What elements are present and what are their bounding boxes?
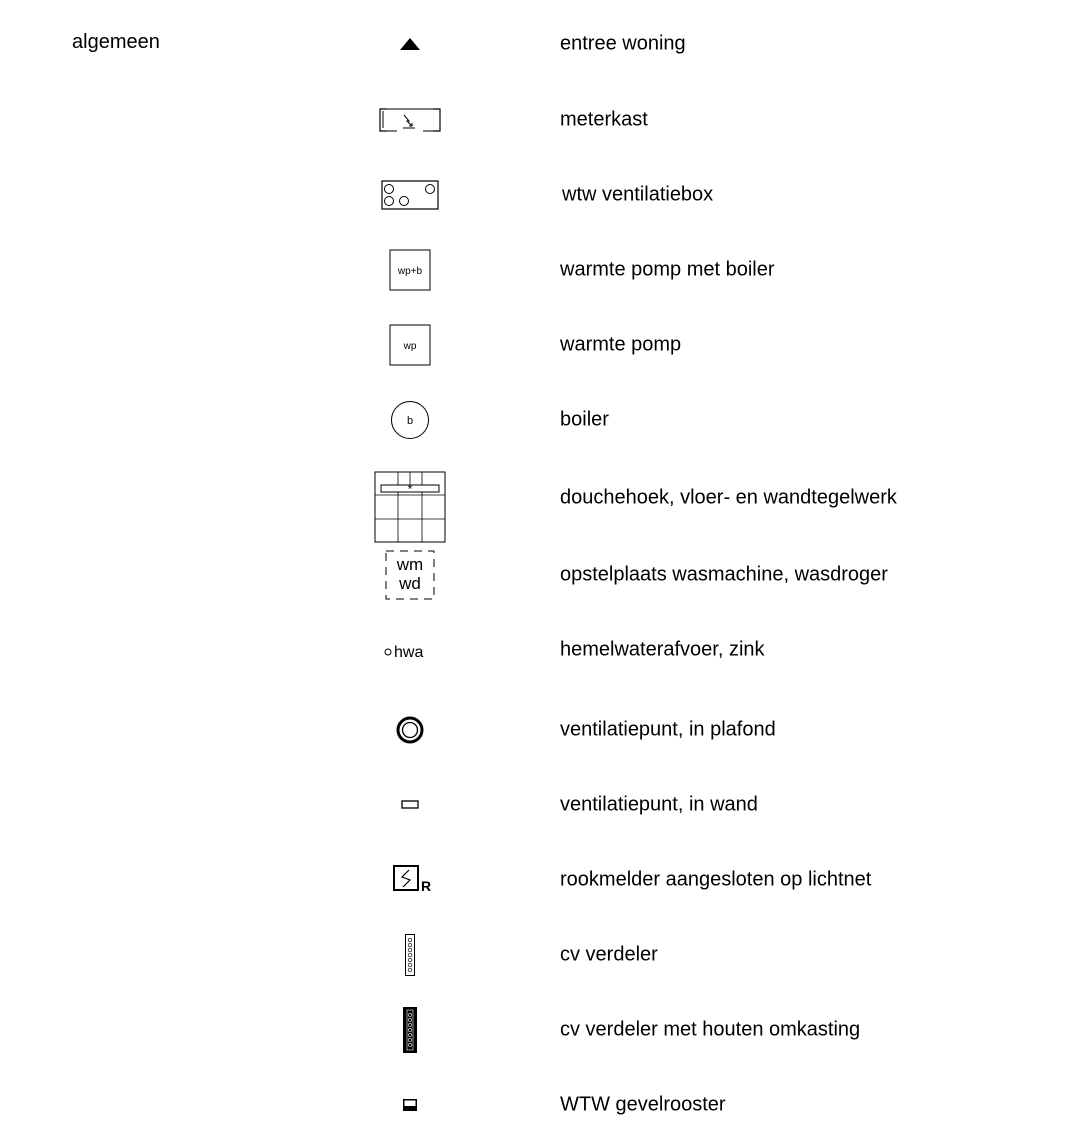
heat-pump-icon: wp xyxy=(389,324,431,366)
smoke-detector-icon: R xyxy=(379,865,441,895)
cv-manifold-boxed-icon xyxy=(403,1007,417,1053)
shower-tiles-icon: * xyxy=(374,453,446,543)
legend-label: wtw ventilatiebox xyxy=(562,183,714,206)
legend-row: cv verdeler xyxy=(0,934,1079,976)
icon-text: hwa xyxy=(394,644,423,661)
svg-text:*: * xyxy=(408,482,413,496)
legend-row: cv verdeler met houten omkasting xyxy=(0,1007,1079,1053)
legend-label: boiler xyxy=(560,408,609,431)
legend-label: hemelwaterafvoer, zink xyxy=(560,638,765,661)
icon-text: wd xyxy=(398,574,421,593)
legend-row: wp+b warmte pomp met boiler xyxy=(0,249,1079,291)
legend-row: wtw ventilatiebox xyxy=(0,175,1079,215)
legend-label: ventilatiepunt, in wand xyxy=(560,793,758,816)
legend-label: cv verdeler xyxy=(560,943,658,966)
washer-dryer-icon: wm wd xyxy=(385,550,435,600)
entrance-triangle-icon xyxy=(400,38,420,50)
cv-manifold-icon xyxy=(405,934,415,976)
legend-row: entree woning xyxy=(0,24,1079,64)
ventilation-box-icon xyxy=(381,180,439,210)
legend-label: warmte pomp met boiler xyxy=(560,258,775,281)
icon-text: wm xyxy=(396,555,423,574)
heat-pump-boiler-icon: wp+b xyxy=(389,249,431,291)
legend-label: rookmelder aangesloten op lichtnet xyxy=(560,868,872,891)
legend-label: entree woning xyxy=(560,32,686,55)
legend-row: WTW gevelrooster xyxy=(0,1085,1079,1125)
icon-text: b xyxy=(407,415,413,427)
rainwater-drain-icon: hwa xyxy=(384,641,436,661)
legend-row: b boiler xyxy=(0,400,1079,440)
legend-label: ventilatiepunt, in plafond xyxy=(560,718,776,741)
legend-label: meterkast xyxy=(560,108,648,131)
legend-label: WTW gevelrooster xyxy=(560,1093,726,1116)
legend-row: meterkast xyxy=(0,100,1079,140)
legend-row: ventilatiepunt, in wand xyxy=(0,785,1079,825)
legend-label: cv verdeler met houten omkasting xyxy=(560,1018,861,1041)
legend-row: * douchehoek, vloer- en wandtegelwerk xyxy=(0,471,1079,543)
meter-cabinet-icon xyxy=(379,108,441,132)
icon-text: R xyxy=(421,878,431,894)
wall-vent-icon xyxy=(401,800,419,810)
icon-text: wp+b xyxy=(397,266,423,277)
icon-text: wp xyxy=(403,341,417,352)
legend-row: wp warmte pomp xyxy=(0,324,1079,366)
legend-row: R rookmelder aangesloten op lichtnet xyxy=(0,860,1079,900)
facade-grille-icon xyxy=(403,1099,417,1111)
boiler-icon: b xyxy=(390,400,430,440)
legend-row: ventilatiepunt, in plafond xyxy=(0,710,1079,750)
ceiling-vent-icon xyxy=(396,716,424,744)
legend-label: warmte pomp xyxy=(560,333,682,356)
legend-label: douchehoek, vloer- en wandtegelwerk xyxy=(560,486,897,509)
legend-row: wm wd opstelplaats wasmachine, wasdroger xyxy=(0,550,1079,600)
legend-label: opstelplaats wasmachine, wasdroger xyxy=(560,563,888,586)
legend-row: hwa hemelwaterafvoer, zink xyxy=(0,630,1079,670)
